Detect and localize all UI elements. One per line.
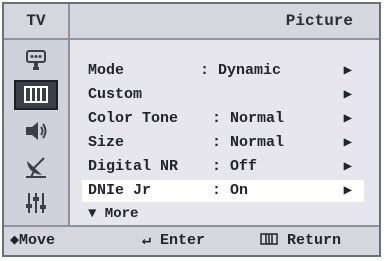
setup-icon <box>26 193 46 213</box>
menu-item-value: : Normal <box>212 134 285 151</box>
menu-item-label: Custom <box>88 86 143 103</box>
menu-item-mode[interactable]: Mode : Dynamic ▶ <box>82 60 364 82</box>
menu-item-label: Mode <box>88 62 125 79</box>
arrow-right-icon: ▶ <box>343 183 352 199</box>
menu-list: Mode : Dynamic ▶ Custom ▶ Color Tone : N… <box>70 40 379 225</box>
enter-label: Enter <box>160 232 206 249</box>
enter-hint: ↵ Enter <box>142 227 205 255</box>
menu-item-label: DNIe Jr <box>88 182 152 199</box>
enter-icon: ↵ <box>142 232 152 249</box>
more-item[interactable]: ▼ More <box>88 204 138 224</box>
menu-item-value: : Off <box>212 158 258 175</box>
source-label: TV <box>4 4 70 38</box>
return-label: Return <box>287 232 342 249</box>
osd-window: TV Picture Mode: Dynamic ▶ Custom ▶ Col… <box>2 2 381 257</box>
sidebar-item-picture[interactable] <box>14 80 58 110</box>
return-icon <box>260 233 278 245</box>
menu-item-label: Color Tone <box>88 110 179 127</box>
sidebar-item-input[interactable] <box>14 46 58 76</box>
title-bar: TV Picture <box>4 4 379 40</box>
page-title: Picture <box>285 12 353 30</box>
menu-item-digital-nr[interactable]: Digital NR : Off ▶ <box>82 156 364 178</box>
picture-icon <box>24 86 48 103</box>
arrow-right-icon: ▶ <box>343 111 352 127</box>
menu-item-value: : Normal <box>212 110 285 127</box>
menu-item-size[interactable]: Size : Normal ▶ <box>82 132 364 154</box>
menu-item-value: : On <box>212 182 249 199</box>
move-hint: ◆Move <box>10 227 55 255</box>
menu-item-value: : Dynamic <box>200 62 282 79</box>
sidebar-item-sound[interactable] <box>14 116 58 146</box>
menu-item-dnie-jr[interactable]: DNIe Jr : On ▶ <box>82 180 364 202</box>
arrow-right-icon: ▶ <box>343 63 352 79</box>
channel-icon <box>26 157 46 178</box>
menu-item-label: Digital NR <box>88 158 179 175</box>
arrow-right-icon: ▶ <box>343 135 352 151</box>
move-icon: ◆ <box>10 232 20 249</box>
arrow-right-icon: ▶ <box>343 159 352 175</box>
arrow-right-icon: ▶ <box>343 87 352 103</box>
sound-icon <box>26 122 47 140</box>
sidebar <box>4 40 70 225</box>
sidebar-item-setup[interactable] <box>14 188 58 218</box>
sidebar-item-channel[interactable] <box>14 152 58 182</box>
return-hint: Return <box>260 227 341 255</box>
menu-item-color-tone[interactable]: Color Tone : Normal ▶ <box>82 108 364 130</box>
input-icon <box>26 50 46 70</box>
move-label: Move <box>19 232 56 249</box>
menu-item-label: Size <box>88 134 125 151</box>
footer-help-bar: ◆Move ↵ Enter Return <box>4 225 379 255</box>
menu-item-custom[interactable]: Custom ▶ <box>82 84 364 106</box>
